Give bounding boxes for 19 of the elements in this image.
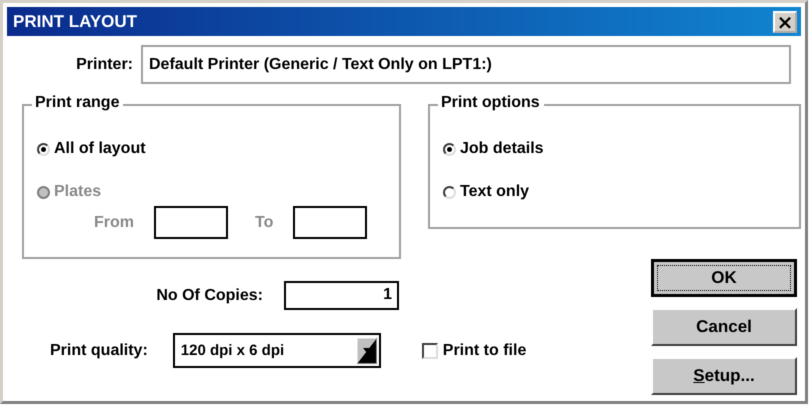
printer-field: Default Printer (Generic / Text Only on LPT1:)	[141, 45, 791, 84]
quality-label: Print quality:	[50, 342, 148, 360]
from-label: From	[94, 214, 134, 232]
quality-dropdown[interactable]: 120 dpi x 6 dpi	[172, 333, 381, 368]
to-label: To	[255, 214, 274, 232]
group-title: Print options	[438, 94, 544, 112]
close-button[interactable]: ×	[773, 10, 797, 32]
copies-field[interactable]: 1	[284, 281, 399, 310]
radio-option[interactable]: All of layout	[37, 138, 399, 160]
dialog-button[interactable]: Cancel	[651, 308, 797, 346]
dialog-button[interactable]: OK	[651, 259, 797, 297]
printer-label: Printer:	[75, 56, 134, 74]
radio-option[interactable]: Job details	[443, 138, 799, 160]
window-title: PRINT LAYOUT	[13, 12, 138, 32]
group-title: Print range	[32, 94, 124, 112]
copies-label: No Of Copies:	[156, 286, 263, 304]
dialog-button[interactable]: Setup...	[651, 357, 797, 395]
radio-option[interactable]: Text only	[443, 181, 799, 203]
print-to-file-checkbox[interactable]: Print to file	[422, 342, 526, 360]
